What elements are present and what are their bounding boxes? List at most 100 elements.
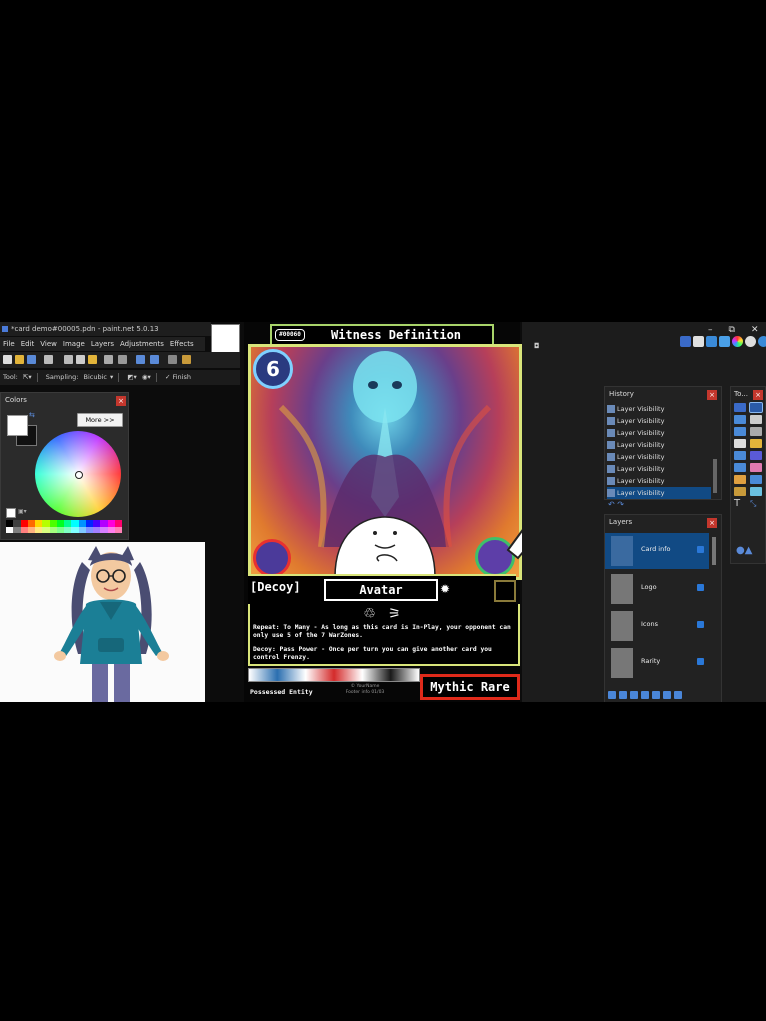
zoom-icon[interactable] (750, 427, 762, 436)
history-scrollbar[interactable] (713, 459, 717, 493)
close-icon[interactable]: × (753, 390, 763, 400)
tools-toggle-icon[interactable] (680, 336, 691, 347)
history-item[interactable]: Layer Visibility (607, 439, 711, 451)
finish-button[interactable]: ✓ Finish (165, 373, 191, 381)
layer-visibility-checkbox[interactable] (697, 546, 704, 553)
gradient-icon[interactable] (750, 451, 762, 460)
history-toggle-icon[interactable] (693, 336, 704, 347)
antialias-icon[interactable]: ◩▾ (127, 373, 136, 381)
layer-row[interactable]: Rarity (605, 645, 709, 681)
sampling-dropdown[interactable]: Bicubic (83, 373, 106, 381)
layer-name: Logo (641, 583, 657, 591)
help-icon[interactable] (758, 336, 766, 347)
deselect-icon[interactable] (118, 355, 127, 364)
menu-file[interactable]: File (0, 337, 18, 351)
rule-text-decoy: Decoy: Pass Power - Once per turn you ca… (253, 646, 492, 661)
menu-effects[interactable]: Effects (167, 337, 197, 351)
menu-edit[interactable]: Edit (18, 337, 38, 351)
history-item[interactable]: Layer Visibility (607, 427, 711, 439)
layer-visibility-checkbox[interactable] (697, 621, 704, 628)
color-picker-icon[interactable] (750, 475, 762, 484)
active-tool-icon[interactable]: ⇱▾ (23, 373, 32, 381)
close-icon[interactable]: × (707, 390, 717, 400)
layer-visibility-icon (607, 477, 615, 485)
move-selected-icon[interactable] (750, 415, 762, 424)
layers-toggle-icon[interactable] (706, 336, 717, 347)
paintbrush-icon[interactable] (734, 463, 746, 472)
history-item[interactable]: Layer Visibility (607, 451, 711, 463)
lasso-select-icon[interactable] (734, 415, 746, 424)
layer-row-selected[interactable]: Card info (605, 533, 709, 569)
palette-options-icon[interactable]: ▣▾ (18, 508, 27, 515)
paint-bucket-icon[interactable] (734, 451, 746, 460)
undo-icon[interactable] (136, 355, 145, 364)
move-selection-icon[interactable] (749, 402, 763, 413)
new-file-icon[interactable] (3, 355, 12, 364)
gear-icon[interactable] (745, 336, 756, 347)
history-item[interactable]: Layer Visibility (607, 403, 711, 415)
more-colors-button[interactable]: More >> (77, 413, 123, 427)
ellipse-select-icon[interactable] (734, 427, 746, 436)
copy-icon[interactable] (76, 355, 85, 364)
color-wheel-cursor[interactable] (75, 471, 83, 479)
history-item[interactable]: Layer Visibility (607, 415, 711, 427)
crop-icon[interactable] (104, 355, 113, 364)
card-name: Witness Definition (330, 328, 462, 342)
palette-menu-icon[interactable] (6, 508, 16, 518)
paste-icon[interactable] (88, 355, 97, 364)
layers-panel: Layers × Card info Logo Icons Rarity (604, 514, 722, 702)
swap-colors-icon[interactable]: ⇆ (29, 411, 35, 419)
colors-toggle-icon[interactable] (719, 336, 730, 347)
document-icon[interactable]: ◘ (534, 342, 540, 350)
cut-icon[interactable] (64, 355, 73, 364)
minimize-icon[interactable]: – (708, 325, 713, 335)
move-layer-down-icon[interactable] (663, 691, 671, 699)
add-layer-icon[interactable] (608, 691, 616, 699)
eraser-icon[interactable] (750, 463, 762, 472)
primary-color-swatch[interactable] (7, 415, 28, 436)
print-icon[interactable] (44, 355, 53, 364)
history-item[interactable]: Layer Visibility (607, 463, 711, 475)
menu-layers[interactable]: Layers (88, 337, 117, 351)
redo-icon[interactable] (150, 355, 159, 364)
layer-row[interactable]: Logo (605, 571, 709, 607)
close-window-icon[interactable]: ✕ (751, 325, 759, 335)
magic-wand-icon[interactable] (734, 439, 746, 448)
chevron-down-icon[interactable]: ▾ (110, 373, 113, 381)
close-icon[interactable]: × (116, 396, 126, 406)
delete-layer-icon[interactable] (619, 691, 627, 699)
history-item[interactable]: Layer Visibility (607, 475, 711, 487)
layer-visibility-checkbox[interactable] (697, 658, 704, 665)
layers-scrollbar[interactable] (712, 537, 716, 565)
palette-toggle-icon[interactable] (732, 336, 743, 347)
menu-image[interactable]: Image (60, 337, 88, 351)
menu-adjustments[interactable]: Adjustments (117, 337, 167, 351)
duplicate-layer-icon[interactable] (630, 691, 638, 699)
close-icon[interactable]: × (707, 518, 717, 528)
merge-layer-icon[interactable] (641, 691, 649, 699)
recycle-icon: ♲ ⚞ (363, 606, 405, 622)
layer-visibility-checkbox[interactable] (697, 584, 704, 591)
restore-icon[interactable]: ⧉ (729, 325, 735, 335)
layer-row[interactable]: Icons (605, 608, 709, 644)
pan-icon[interactable] (750, 439, 762, 448)
blend-mode-icon[interactable]: ◉▾ (142, 373, 151, 381)
save-icon[interactable] (27, 355, 36, 364)
move-layer-up-icon[interactable] (652, 691, 660, 699)
ruler-icon[interactable] (182, 355, 191, 364)
history-item-selected[interactable]: Layer Visibility (607, 487, 711, 499)
layer-properties-icon[interactable] (674, 691, 682, 699)
line-curve-icon[interactable]: ⤡ (750, 499, 762, 508)
open-folder-icon[interactable] (15, 355, 24, 364)
text-icon[interactable]: T (734, 499, 746, 509)
color-palette[interactable] (6, 520, 122, 533)
clone-stamp-icon[interactable] (734, 487, 746, 496)
rectangle-select-icon[interactable] (734, 403, 746, 412)
recolor-icon[interactable] (750, 487, 762, 496)
pencil-icon[interactable] (734, 475, 746, 484)
undo-icon[interactable]: ↶ ↷ (608, 500, 624, 509)
layer-name: Rarity (641, 657, 661, 665)
shapes-icon[interactable]: ●▲ (736, 545, 752, 556)
menu-view[interactable]: View (37, 337, 60, 351)
grid-icon[interactable] (168, 355, 177, 364)
